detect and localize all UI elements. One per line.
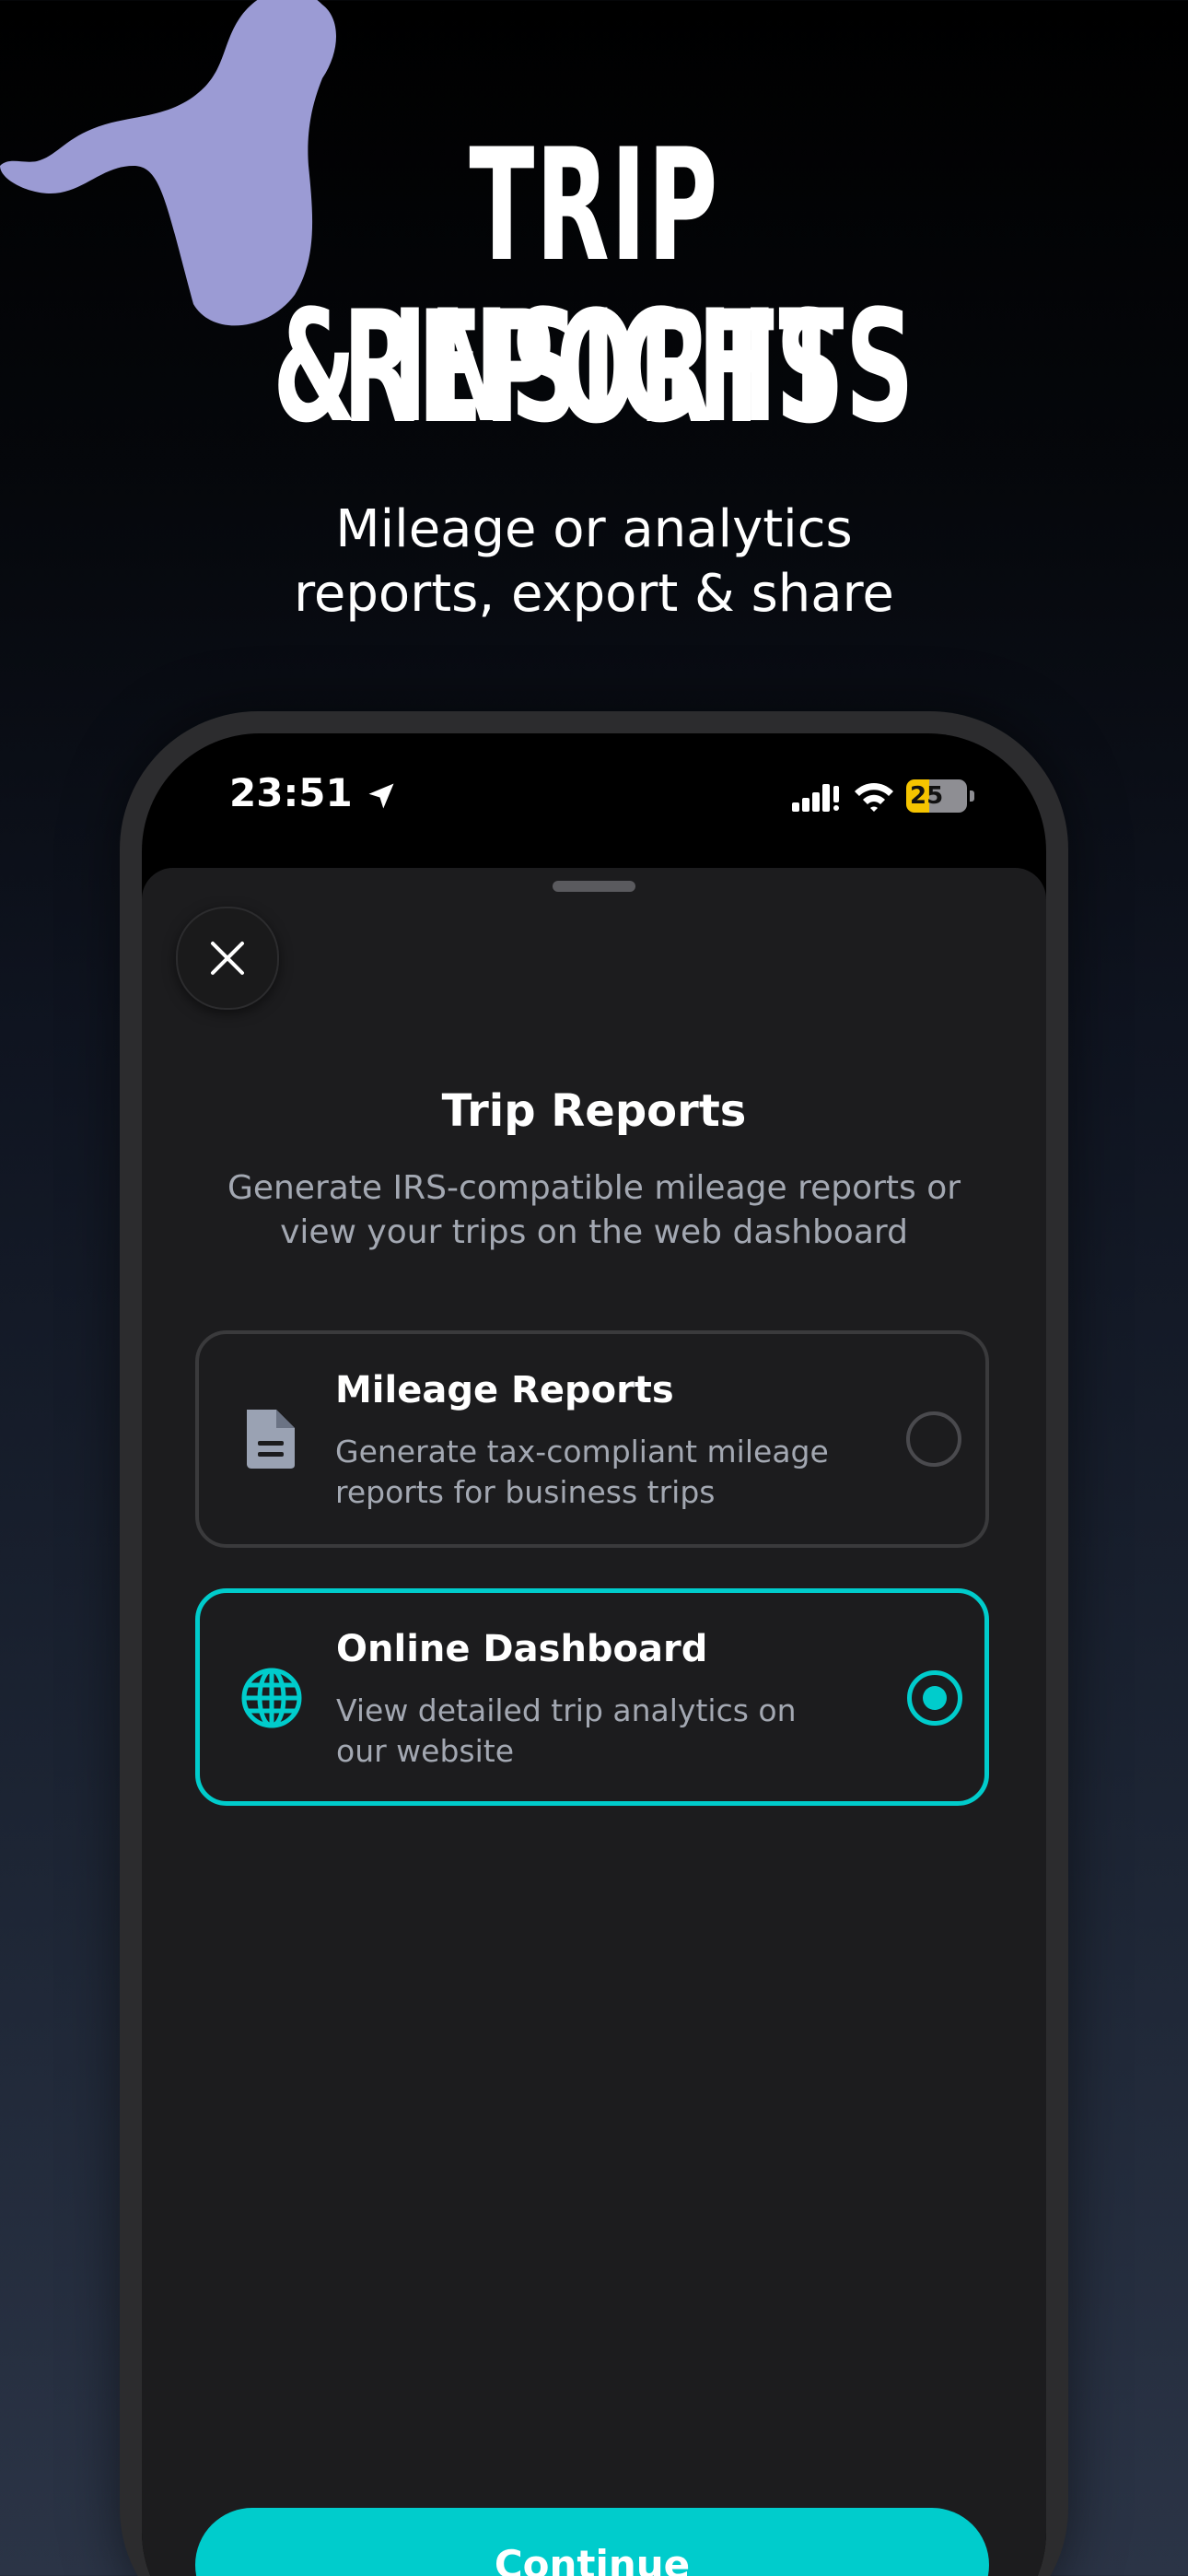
phone-frame: 23:51 25 Trip Reports Generate IRS-compa… (120, 711, 1068, 2576)
option-description-line2: our website (336, 1733, 515, 1769)
phone-screen: 23:51 25 Trip Reports Generate IRS-compa… (142, 733, 1046, 2576)
document-icon (247, 1410, 295, 1469)
sheet-description-line1: Generate IRS-compatible mileage reports … (227, 1169, 961, 1207)
status-time: 23:51 (229, 770, 353, 815)
radio-button-unselected[interactable] (906, 1411, 961, 1467)
close-button[interactable] (176, 907, 279, 1010)
option-mileage-reports[interactable]: Mileage Reports Generate tax-compliant m… (195, 1330, 989, 1548)
battery-charging-icon: 25 (906, 779, 974, 813)
hero-title-line2: & INSIGHTS (273, 276, 915, 457)
hero-subtitle-line2: reports, export & share (294, 564, 894, 624)
radio-selected-dot (923, 1686, 947, 1710)
hero-subtitle-line1: Mileage or analytics (335, 499, 853, 559)
option-title: Online Dashboard (336, 1628, 708, 1670)
trip-reports-sheet: Trip Reports Generate IRS-compatible mil… (142, 868, 1046, 2576)
option-online-dashboard[interactable]: Online Dashboard View detailed trip anal… (195, 1588, 989, 1806)
option-title: Mileage Reports (335, 1369, 674, 1411)
location-arrow-icon (368, 783, 394, 809)
sheet-grabber[interactable] (553, 881, 635, 892)
sheet-title: Trip Reports (441, 1085, 747, 1137)
globe-icon (241, 1668, 302, 1728)
wifi-icon (855, 783, 893, 812)
radio-button-selected[interactable] (907, 1670, 962, 1726)
option-description-line1: View detailed trip analytics on (336, 1692, 797, 1728)
sheet-description-line2: view your trips on the web dashboard (280, 1213, 908, 1251)
battery-percentage: 25 (910, 782, 944, 810)
signal-icon (792, 784, 839, 812)
continue-button[interactable]: Continue (195, 2508, 989, 2576)
option-description-line2: reports for business trips (335, 1474, 716, 1510)
close-icon (211, 942, 244, 975)
option-description-line1: Generate tax-compliant mileage (335, 1434, 829, 1469)
